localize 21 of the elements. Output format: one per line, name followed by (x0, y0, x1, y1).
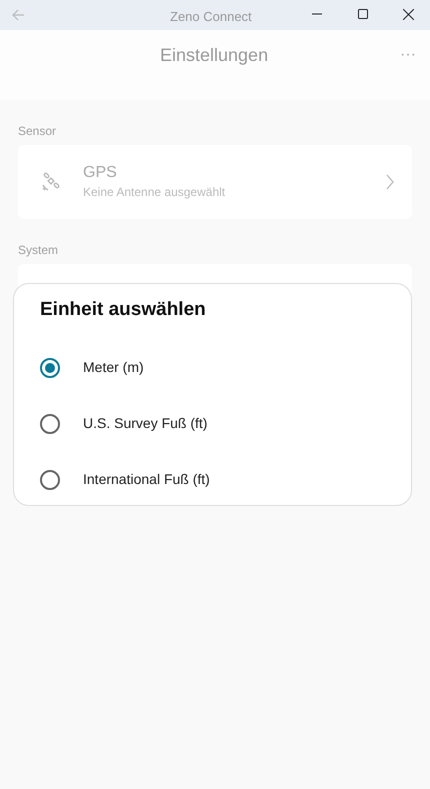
row-subtitle: Keine Antenne ausgewählt (83, 184, 226, 201)
option-label: International Fuß (ft) (83, 470, 210, 489)
page-title: Einstellungen (160, 44, 268, 67)
radio-option[interactable]: U.S. Survey Fuß (ft) (40, 396, 385, 452)
chevron-right-icon (386, 174, 394, 190)
radio-option[interactable]: International Fuß (ft) (40, 452, 385, 508)
option-label: U.S. Survey Fuß (ft) (83, 414, 208, 433)
dialog-title: Einheit auswählen (40, 298, 207, 322)
radio-option[interactable]: Meter (m) (40, 340, 385, 396)
section-label: Sensor (18, 123, 58, 140)
maximize-icon[interactable] (358, 9, 368, 19)
radio-button[interactable] (40, 470, 60, 490)
minimize-icon[interactable] (312, 13, 322, 15)
close-icon[interactable] (403, 9, 414, 20)
satellite-icon (40, 171, 62, 193)
option-label: Meter (m) (83, 358, 144, 377)
window-title: Zeno Connect (170, 8, 252, 26)
row-title: GPS (83, 163, 118, 183)
section-label: System (18, 242, 60, 259)
radio-button[interactable] (40, 358, 60, 378)
radio-button[interactable] (40, 414, 60, 434)
